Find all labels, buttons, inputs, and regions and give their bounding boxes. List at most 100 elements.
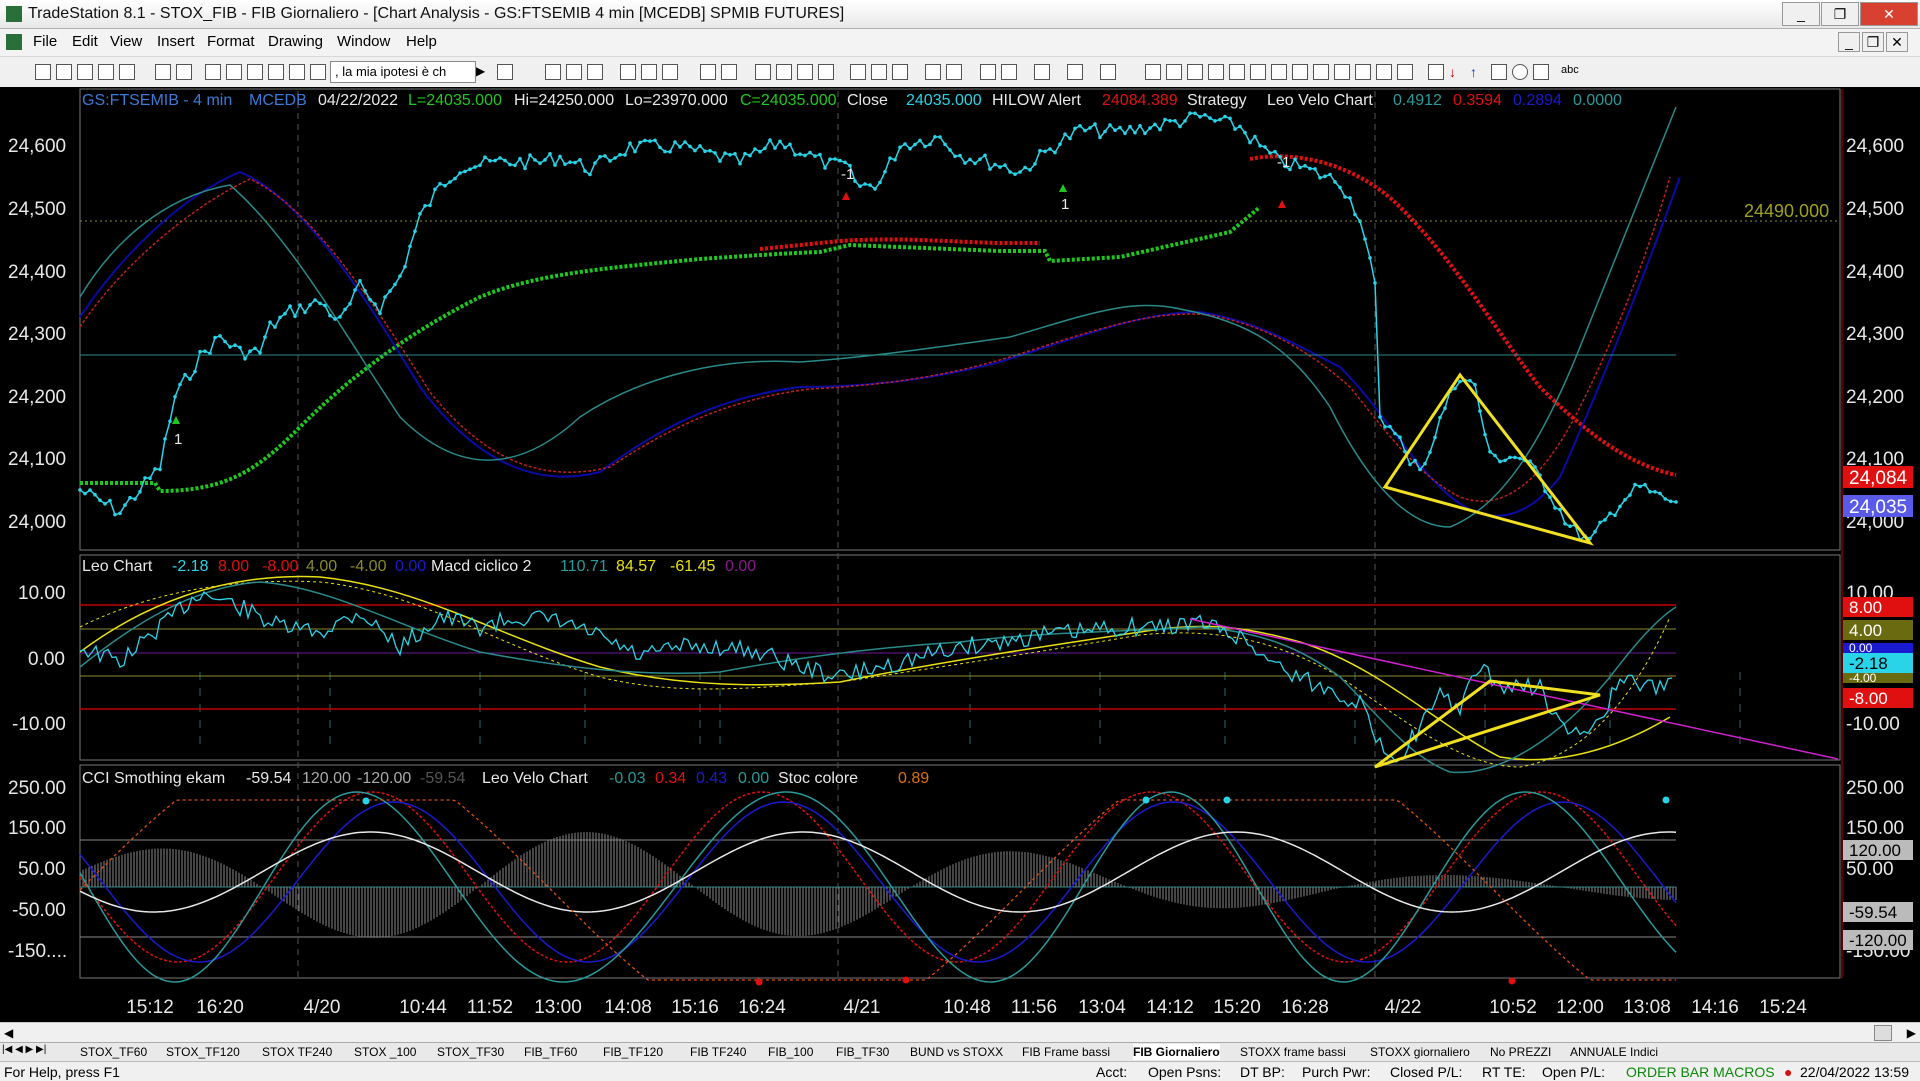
orders-icon[interactable] bbox=[700, 64, 716, 80]
tab-fib-tf240[interactable]: FIB TF240 bbox=[690, 1044, 746, 1060]
scroll-right-icon[interactable]: ▶ bbox=[1907, 1026, 1916, 1040]
arrow-lr-icon[interactable] bbox=[1313, 64, 1329, 80]
paste-icon[interactable] bbox=[268, 64, 284, 80]
menu-drawing[interactable]: Drawing bbox=[268, 33, 323, 50]
radar-icon[interactable] bbox=[587, 64, 603, 80]
expand-icon[interactable] bbox=[871, 64, 887, 80]
print-preview-icon[interactable] bbox=[176, 64, 192, 80]
menu-file[interactable]: File bbox=[33, 33, 57, 50]
new-icon[interactable] bbox=[35, 64, 51, 80]
account-icon[interactable] bbox=[721, 64, 737, 80]
tab-stoxx-frame-bassi[interactable]: STOXX frame bassi bbox=[1240, 1044, 1346, 1060]
properties-icon[interactable] bbox=[1067, 64, 1083, 80]
tab-fib-tf120[interactable]: FIB_TF120 bbox=[603, 1044, 663, 1060]
strategy-combo[interactable]: , la mia ipotesi è ch bbox=[330, 61, 476, 83]
status-macros[interactable]: ORDER BAR MACROS bbox=[1626, 1064, 1775, 1080]
tab-fib-frame-bassi[interactable]: FIB Frame bassi bbox=[1022, 1044, 1110, 1060]
menu-help[interactable]: Help bbox=[406, 33, 437, 50]
chart-icon[interactable] bbox=[545, 64, 561, 80]
bar-chart-icon[interactable] bbox=[755, 64, 771, 80]
arc-icon[interactable] bbox=[1428, 64, 1444, 80]
copy-icon[interactable] bbox=[226, 64, 242, 80]
leo-trendline-magenta[interactable] bbox=[1189, 618, 1839, 760]
horizontal-line-icon[interactable] bbox=[1187, 64, 1203, 80]
chart-svg[interactable]: GS:FTSEMIB - 4 min MCEDB 04/22/2022 L=24… bbox=[0, 87, 1920, 1022]
scroll-thumb[interactable] bbox=[1874, 1025, 1892, 1041]
arrow-up-icon[interactable]: ↑ bbox=[1470, 64, 1484, 80]
open-icon[interactable] bbox=[56, 64, 72, 80]
crosshair-icon[interactable] bbox=[1001, 64, 1017, 80]
channel-icon[interactable] bbox=[1229, 64, 1245, 80]
tab-fib-tf30[interactable]: FIB_TF30 bbox=[836, 1044, 889, 1060]
regression-icon[interactable] bbox=[1334, 64, 1350, 80]
find-icon[interactable] bbox=[497, 64, 513, 80]
menu-view[interactable]: View bbox=[110, 33, 142, 50]
vertical-line-icon[interactable] bbox=[1166, 64, 1182, 80]
child-restore-button[interactable]: ❐ bbox=[1862, 32, 1884, 52]
tab-stox-tf60[interactable]: STOX_TF60 bbox=[80, 1044, 147, 1060]
menu-insert[interactable]: Insert bbox=[157, 33, 195, 50]
options-icon[interactable] bbox=[662, 64, 678, 80]
volume-icon[interactable] bbox=[818, 64, 834, 80]
workspace-icon[interactable] bbox=[98, 64, 114, 80]
tab-stox-100[interactable]: STOX _100 bbox=[354, 1044, 416, 1060]
menu-window[interactable]: Window bbox=[337, 33, 390, 50]
trendline-icon[interactable] bbox=[1145, 64, 1161, 80]
scroll-left-icon[interactable]: ◀ bbox=[4, 1026, 13, 1040]
tab-annuale-indici[interactable]: ANNUALE Indici bbox=[1570, 1044, 1658, 1060]
tab-stox-tf120[interactable]: STOX_TF120 bbox=[166, 1044, 240, 1060]
ellipse-icon[interactable] bbox=[1512, 64, 1528, 80]
cut-icon[interactable] bbox=[205, 64, 221, 80]
print-icon[interactable] bbox=[155, 64, 171, 80]
child-minimize-button[interactable]: _ bbox=[1838, 32, 1860, 52]
data-icon[interactable] bbox=[1100, 64, 1116, 80]
save-icon[interactable] bbox=[77, 64, 93, 80]
tab-bund-vs-stoxx[interactable]: BUND vs STOXX bbox=[910, 1044, 1003, 1060]
arrow-right-icon[interactable]: ▶ bbox=[476, 64, 490, 78]
menu-format[interactable]: Format bbox=[207, 33, 255, 50]
pencil-icon[interactable] bbox=[1397, 64, 1413, 80]
chart-window-icon[interactable] bbox=[6, 34, 22, 50]
format-icon[interactable] bbox=[289, 64, 305, 80]
leo-triangle-drawing[interactable] bbox=[1374, 679, 1601, 769]
minimize-button[interactable]: _ bbox=[1782, 2, 1820, 26]
speed-line-icon[interactable] bbox=[1292, 64, 1308, 80]
arrow-down-icon[interactable]: ↓ bbox=[1449, 64, 1463, 80]
tab-nav-icon[interactable]: |◀ ◀ ▶ ▶| bbox=[2, 1044, 46, 1055]
chart-area[interactable]: GS:FTSEMIB - 4 min MCEDB 04/22/2022 L=24… bbox=[0, 87, 1920, 1022]
restore-button[interactable]: ❐ bbox=[1821, 2, 1859, 26]
tab-stoxx-giornaliero[interactable]: STOXX giornaliero bbox=[1370, 1044, 1470, 1060]
lock-icon[interactable] bbox=[247, 64, 263, 80]
tab-fib-100[interactable]: FIB_100 bbox=[768, 1044, 813, 1060]
text-tool-icon[interactable]: abc bbox=[1561, 64, 1589, 78]
tab-fib-giornaliero[interactable]: FIB Giornaliero bbox=[1133, 1044, 1220, 1060]
tab-stox-tf240[interactable]: STOX TF240 bbox=[262, 1044, 332, 1060]
triangle-icon[interactable] bbox=[1491, 64, 1507, 80]
candle-icon[interactable] bbox=[776, 64, 792, 80]
tab-stox-tf30[interactable]: STOX_TF30 bbox=[437, 1044, 504, 1060]
wave-icon[interactable] bbox=[1355, 64, 1371, 80]
rectangle-icon[interactable] bbox=[1533, 64, 1549, 80]
fibonacci-icon[interactable] bbox=[1208, 64, 1224, 80]
hammer-icon[interactable] bbox=[1034, 64, 1050, 80]
pointer-icon[interactable] bbox=[980, 64, 996, 80]
tab-no-prezzi[interactable]: No PREZZI bbox=[1490, 1044, 1551, 1060]
tab-fib-tf60[interactable]: FIB_TF60 bbox=[524, 1044, 577, 1060]
scale-icon[interactable] bbox=[892, 64, 908, 80]
scanner-icon[interactable] bbox=[641, 64, 657, 80]
line-chart-icon[interactable] bbox=[797, 64, 813, 80]
folder-icon[interactable] bbox=[119, 64, 135, 80]
insert-icon[interactable] bbox=[310, 64, 326, 80]
andrews-icon[interactable] bbox=[1250, 64, 1266, 80]
child-close-button[interactable]: ✕ bbox=[1886, 32, 1908, 52]
cycle-icon[interactable] bbox=[1376, 64, 1392, 80]
close-button[interactable]: ✕ bbox=[1860, 2, 1918, 26]
menu-edit[interactable]: Edit bbox=[72, 33, 98, 50]
gann-icon[interactable] bbox=[1271, 64, 1287, 80]
zoom-out-icon[interactable] bbox=[946, 64, 962, 80]
zoom-in-icon[interactable] bbox=[925, 64, 941, 80]
analysis-icon[interactable] bbox=[620, 64, 636, 80]
compress-icon[interactable] bbox=[850, 64, 866, 80]
horizontal-scrollbar[interactable]: ◀ ▶ bbox=[0, 1022, 1920, 1043]
matrix-icon[interactable] bbox=[566, 64, 582, 80]
